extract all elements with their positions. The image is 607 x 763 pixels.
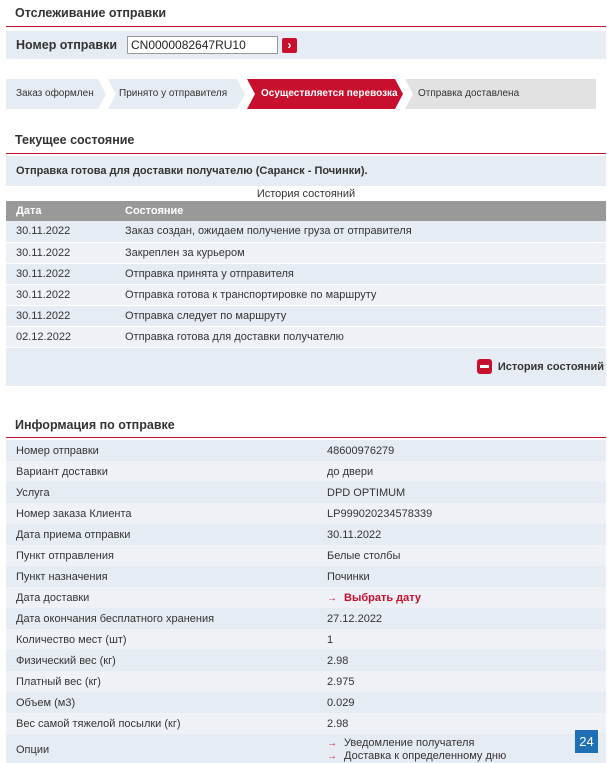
table-row: Номер отправки 48600976279 [6,440,606,461]
table-row: Вариант доставки до двери [6,461,606,482]
progress-steps: Заказ оформлен Принято у отправителя Осу… [6,79,596,109]
table-row: 30.11.2022 Заказ создан, ожидаем получени… [6,221,606,243]
arrow-right-icon: → [327,738,337,749]
tracking-bar: Номер отправки › [6,31,606,59]
option-item: → Доставка к определенному дню [327,750,507,762]
step-order-created: Заказ оформлен [6,79,106,109]
current-status-text: Отправка готова для доставки получателю … [6,156,606,186]
tracking-number-input[interactable] [127,36,278,54]
step-accepted: Принято у отправителя [108,79,245,109]
tracking-label: Номер отправки [16,38,118,52]
step-delivered: Отправка доставлена [405,79,596,109]
table-row: Номер заказа Клиента LP999020234578339 [6,503,606,524]
table-row: Дата приема отправки 30.11.2022 [6,524,606,545]
table-row: 30.11.2022 Отправка следует по маршруту [6,305,606,327]
table-row: 30.11.2022 Отправка принята у отправителя [6,263,606,285]
table-row: Вес самой тяжелой посылки (кг) 2.98 [6,713,606,734]
table-row: Платный вес (кг) 2.975 [6,671,606,692]
option-item: → Уведомление получателя [327,737,475,749]
table-row: 30.11.2022 Отправка готова к транспортиро… [6,284,606,306]
table-row: Дата доставки → Выбрать дату [6,587,606,608]
history-toggle-label: История состояний [497,360,604,373]
search-submit-button[interactable]: › [282,37,297,53]
chevron-right-icon: › [287,37,292,52]
table-row: Пункт назначения Починки [6,566,606,587]
table-row: Количество мест (шт) 1 [6,629,606,650]
table-row: Дата окончания бесплатного хранения 27.12… [6,608,606,629]
collapse-minus-icon [476,359,492,374]
shipment-info-table: Номер отправки 48600976279 Вариант достав… [6,440,606,763]
table-row: 02.12.2022 Отправка готова для доставки п… [6,326,606,348]
history-header-date: Дата [6,201,115,221]
shipment-info-title: Информация по отправке [6,413,606,438]
table-row: 30.11.2022 Закреплен за курьером [6,242,606,264]
arrow-right-icon: → [327,751,337,762]
table-row: Физический вес (кг) 2.98 [6,650,606,671]
table-row: Услуга DPD OPTIMUM [6,482,606,503]
current-status-title: Текущее состояние [6,127,606,154]
arrow-right-icon: → [327,592,337,604]
support-24-badge[interactable]: 24 [575,730,598,753]
step-in-transit: Осуществляется перевозка [247,79,403,109]
history-toggle-button[interactable]: История состояний [476,359,604,374]
history-table: Дата Состояние 30.11.2022 Заказ создан, о… [6,201,606,348]
table-row: Опции → Уведомление получателя → Доставка … [6,734,606,763]
table-row: Пункт отправления Белые столбы [6,545,606,566]
tracking-title: Отслеживание отправки [6,0,606,27]
choose-date-link[interactable]: Выбрать дату [344,592,421,604]
history-caption: История состояний [256,188,356,200]
history-footer: История состояний [6,348,606,386]
table-row: Объем (м3) 0.029 [6,692,606,713]
history-header-status: Состояние [115,201,606,221]
